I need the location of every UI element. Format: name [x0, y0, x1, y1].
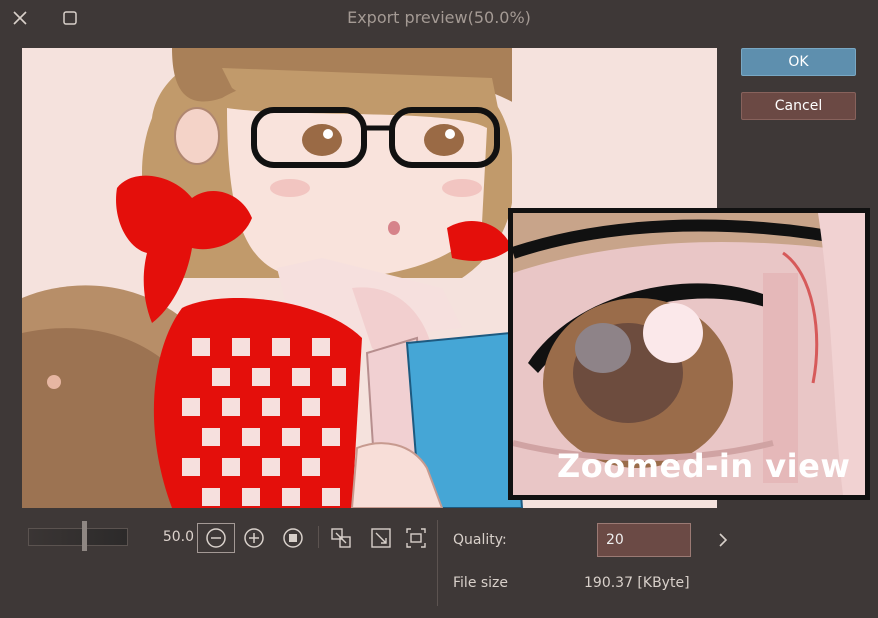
actual-size-button[interactable] [280, 525, 306, 551]
zoom-out-icon [206, 528, 226, 548]
fit-width-icon [331, 528, 351, 548]
toolbar-divider [318, 526, 319, 548]
zoom-value: 50.0 [162, 529, 194, 545]
ok-button[interactable]: OK [741, 48, 856, 76]
actual-size-icon [283, 528, 303, 548]
window-title: Export preview(50.0%) [347, 8, 531, 27]
fit-width-button[interactable] [328, 525, 354, 551]
file-size-value: 190.37 [KByte] [584, 575, 690, 591]
quality-field[interactable] [597, 523, 691, 557]
zoom-slider-handle[interactable] [82, 521, 87, 551]
zoom-slider-track[interactable] [28, 528, 128, 546]
cancel-button[interactable]: Cancel [741, 92, 856, 120]
fit-window-button[interactable] [368, 525, 394, 551]
panel-divider [437, 520, 438, 606]
zoom-in-button[interactable] [241, 525, 267, 551]
file-size-label: File size [453, 575, 509, 591]
fit-window-icon [371, 528, 391, 548]
zoomed-in-view: Zoomed-in view [508, 208, 870, 500]
quality-label: Quality: [453, 532, 507, 548]
zoomed-in-label: Zoomed-in view [557, 447, 851, 485]
fit-screen-button[interactable] [403, 525, 429, 551]
title-bar: Export preview(50.0%) [0, 0, 878, 36]
chevron-right-icon[interactable] [714, 530, 732, 550]
zoom-in-icon [244, 528, 264, 548]
fit-screen-icon [406, 528, 426, 548]
zoom-out-button[interactable] [197, 523, 235, 553]
